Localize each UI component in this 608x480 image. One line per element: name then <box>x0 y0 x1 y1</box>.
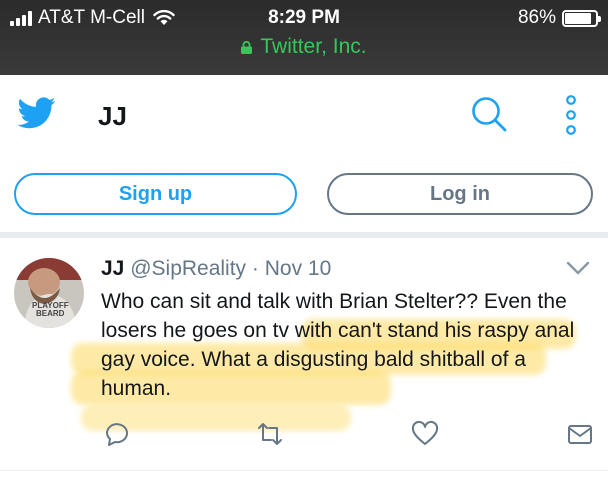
avatar-shirt-text-2: BEARD <box>36 309 65 318</box>
lock-icon <box>241 40 253 54</box>
tweet-handle[interactable]: @SipReality <box>130 257 246 280</box>
status-right: 86% <box>517 7 601 29</box>
search-icon[interactable] <box>470 95 508 133</box>
tweet-body: Who can sit and talk with Brian Stelter?… <box>71 287 601 431</box>
site-identity: Twitter, Inc. <box>0 35 608 59</box>
battery-percent: 86% <box>517 7 556 28</box>
chevron-down-icon[interactable] <box>566 260 590 276</box>
tweet-actions <box>0 420 608 448</box>
reply-icon[interactable] <box>103 420 131 448</box>
page-title: JJ <box>98 101 127 131</box>
sign-up-button[interactable]: Sign up <box>14 173 297 215</box>
profile-header: JJ <box>0 75 608 157</box>
tweet-date[interactable]: Nov 10 <box>265 257 332 280</box>
log-in-button[interactable]: Log in <box>327 173 593 215</box>
status-bar: AT&T M-Cell 8:29 PM 86% Twitter, Inc. <box>0 0 608 75</box>
twitter-bird-icon[interactable] <box>18 97 56 129</box>
tweet[interactable]: PLAYOFF BEARD JJ @SipReality · Nov 10 Wh… <box>0 238 608 480</box>
tweet-text: Who can sit and talk with Brian Stelter?… <box>101 290 575 400</box>
tweet-separator-line <box>0 470 608 471</box>
clock: 8:29 PM <box>268 7 340 28</box>
message-icon[interactable] <box>566 420 594 448</box>
tweet-separator: · <box>251 257 259 280</box>
battery-icon <box>562 9 601 27</box>
site-name: Twitter, Inc. <box>260 35 367 58</box>
tweet-author-name[interactable]: JJ <box>101 257 124 280</box>
tweet-header: JJ @SipReality · Nov 10 <box>101 257 331 281</box>
avatar[interactable]: PLAYOFF BEARD <box>14 258 84 328</box>
retweet-icon[interactable] <box>256 420 284 448</box>
more-vertical-icon[interactable] <box>562 95 580 135</box>
like-icon[interactable] <box>411 420 439 448</box>
